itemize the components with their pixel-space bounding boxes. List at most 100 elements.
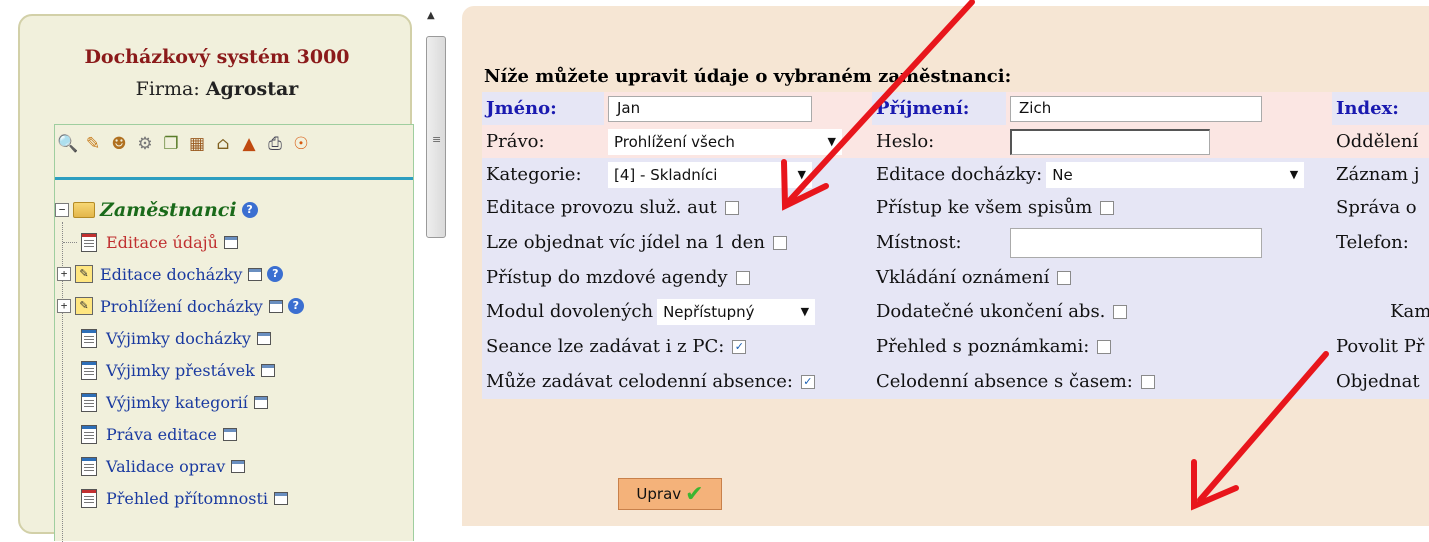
tree-item-label[interactable]: Validace oprav <box>106 457 225 476</box>
expand-toggle[interactable]: + <box>57 299 71 313</box>
vice-jidel-label: Lze objednat víc jídel na 1 den <box>486 232 765 253</box>
folder-icon <box>73 202 95 218</box>
help-icon[interactable]: ? <box>287 298 304 314</box>
celodenni-cas-checkbox[interactable] <box>1140 374 1155 389</box>
editace-dochazky-select[interactable]: Ne ▼ <box>1046 161 1305 188</box>
firm-label: Firma: <box>135 78 200 100</box>
editace-provozu-label: Editace provozu služ. aut <box>486 197 717 218</box>
mistnost-input[interactable] <box>1010 227 1262 258</box>
celodenni-checkbox[interactable]: ✓ <box>800 374 815 389</box>
jmeno-input[interactable]: Jan <box>608 95 812 122</box>
empty-cell <box>1332 261 1429 294</box>
tree-item-prehled-pritomnosti[interactable]: Přehled přítomnosti <box>63 483 289 513</box>
tree-root-label[interactable]: Zaměstnanci <box>100 199 237 221</box>
editace-provozu-cell: Editace provozu služ. aut <box>482 191 872 224</box>
tree-item-editace-udaju[interactable]: Editace údajů <box>63 227 238 257</box>
editace-dochazky-cell: Editace docházky: Ne ▼ <box>872 158 1332 191</box>
tree-item-label[interactable]: Výjimky docházky <box>106 329 251 348</box>
seance-checkbox[interactable]: ✓ <box>732 339 747 354</box>
chevron-down-icon: ▼ <box>827 135 836 148</box>
kategorie-select-value: [4] - Skladníci <box>614 165 718 184</box>
uprav-button[interactable]: Uprav ✔ <box>618 478 722 510</box>
app-title: Docházkový systém 3000 <box>84 46 350 68</box>
povolit-label: Povolit Př <box>1336 336 1425 357</box>
prijmeni-label: Příjmení: <box>876 98 970 119</box>
new-window-icon[interactable] <box>248 267 263 281</box>
edit-icon: ✎ <box>75 265 93 283</box>
power-icon[interactable]: ☉ <box>291 133 311 155</box>
vertical-scrollbar[interactable]: ▲ ≡ <box>423 0 447 524</box>
pravo-select[interactable]: Prohlížení všech ▼ <box>608 128 842 155</box>
users-icon[interactable]: ☻ <box>109 133 129 155</box>
tree-connector <box>63 242 77 243</box>
expand-toggle[interactable]: + <box>57 267 71 281</box>
celodenni-cas-label: Celodenní absence s časem: <box>876 371 1133 392</box>
new-window-icon[interactable] <box>223 235 238 249</box>
mzdove-checkbox[interactable] <box>735 270 750 285</box>
celodenni-cell: Může zadávat celodenní absence: ✓ <box>482 364 872 399</box>
copy-icon[interactable]: ❐ <box>161 133 181 155</box>
pencil-icon[interactable]: ✎ <box>83 133 103 155</box>
zaznam-label: Záznam j <box>1336 164 1420 185</box>
house-icon[interactable]: ⌂ <box>213 133 233 155</box>
new-window-icon[interactable] <box>260 363 275 377</box>
help-icon[interactable]: ? <box>241 202 258 218</box>
books-icon[interactable]: ▦ <box>187 133 207 155</box>
pravo-select-value: Prohlížení všech <box>614 132 735 151</box>
collapse-toggle[interactable]: − <box>55 203 69 217</box>
tree-root-zamestnanci[interactable]: − Zaměstnanci ? <box>55 195 258 225</box>
pristup-spisum-cell: Přístup ke všem spisům <box>872 191 1332 224</box>
toolbar: 🔍 ✎ ☻ ⚙ ❐ ▦ ⌂ ▲ ⎙ ☉ <box>55 133 311 159</box>
pristup-spisum-checkbox[interactable] <box>1100 200 1115 215</box>
editace-provozu-checkbox[interactable] <box>724 200 739 215</box>
new-window-icon[interactable] <box>256 331 271 345</box>
tree-item-editace-dochazky[interactable]: + ✎ Editace docházky ? <box>57 259 284 289</box>
print-icon[interactable]: ⎙ <box>265 133 285 155</box>
new-window-icon[interactable] <box>222 427 237 441</box>
tree-item-label[interactable]: Výjimky kategorií <box>106 393 248 412</box>
tree-item-prohlizeni-dochazky[interactable]: + ✎ Prohlížení docházky ? <box>57 291 304 321</box>
scroll-thumb[interactable]: ≡ <box>426 36 446 238</box>
tree-item-prava-editace[interactable]: Práva editace <box>63 419 237 449</box>
network-icon[interactable]: ▲ <box>239 133 259 155</box>
key-icon[interactable]: ⚙ <box>135 133 155 155</box>
tree-item-label[interactable]: Editace údajů <box>106 233 218 252</box>
modul-select[interactable]: Nepřístupný ▼ <box>657 298 816 325</box>
modul-cell: Modul dovolených Nepřístupný ▼ <box>482 294 872 329</box>
new-window-icon[interactable] <box>274 491 289 505</box>
vkladani-checkbox[interactable] <box>1057 270 1072 285</box>
tree-item-label[interactable]: Editace docházky <box>100 265 242 284</box>
uprav-button-label: Uprav <box>636 485 682 503</box>
kame-label: Kame <box>1390 301 1429 322</box>
form-row: Jméno: Jan Příjmení: Zich Index: <box>482 92 1429 125</box>
scroll-up-icon[interactable]: ▲ <box>427 10 435 21</box>
help-icon[interactable]: ? <box>267 266 284 282</box>
vice-jidel-checkbox[interactable] <box>772 235 787 250</box>
oddeleni-label-cell: Oddělení <box>1332 125 1429 158</box>
tree-item-vyjimky-dochazky[interactable]: Výjimky docházky <box>63 323 271 353</box>
vkladani-cell: Vkládání oznámení <box>872 261 1332 294</box>
tree-item-label[interactable]: Prohlížení docházky <box>100 297 263 316</box>
heslo-input[interactable] <box>1010 128 1210 155</box>
prijmeni-input[interactable]: Zich <box>1010 95 1262 122</box>
prehled-pozn-checkbox[interactable] <box>1097 339 1112 354</box>
tree-item-validace-oprav[interactable]: Validace oprav <box>63 451 246 481</box>
kame-label-cell: Kame <box>1332 294 1429 329</box>
heslo-input-cell <box>1006 125 1332 158</box>
document-icon <box>81 232 97 252</box>
tree-item-label[interactable]: Výjimky přestávek <box>106 361 255 380</box>
document-icon <box>81 360 97 380</box>
dodatecne-checkbox[interactable] <box>1113 304 1128 319</box>
tree-item-label[interactable]: Práva editace <box>106 425 217 444</box>
tree-item-label[interactable]: Přehled přítomnosti <box>106 489 268 508</box>
new-window-icon[interactable] <box>268 299 283 313</box>
new-window-icon[interactable] <box>253 395 268 409</box>
tree-item-vyjimky-kategorii[interactable]: Výjimky kategorií <box>63 387 268 417</box>
search-icon[interactable]: 🔍 <box>57 133 78 155</box>
tree-item-vyjimky-prestavek[interactable]: Výjimky přestávek <box>63 355 275 385</box>
document-icon <box>81 392 97 412</box>
left-sidebar: Docházkový systém 3000 Firma: Agrostar 🔍… <box>18 14 414 542</box>
new-window-icon[interactable] <box>231 459 246 473</box>
pristup-spisum-label: Přístup ke všem spisům <box>876 197 1093 218</box>
kategorie-select[interactable]: [4] - Skladníci ▼ <box>608 161 812 188</box>
